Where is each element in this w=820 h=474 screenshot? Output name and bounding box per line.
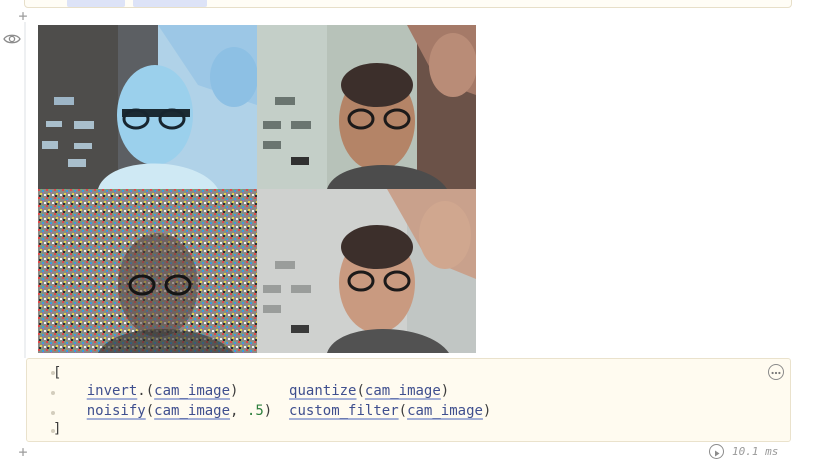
invert-image xyxy=(38,25,257,189)
code-line-3[interactable]: noisify(cam_image, .5) custom_filter(cam… xyxy=(53,401,492,421)
eye-icon xyxy=(3,34,21,44)
code-cell-editor[interactable]: [ invert.(cam_image) quantize(cam_image)… xyxy=(26,358,791,442)
previous-cell-chip xyxy=(133,0,207,7)
add-cell-above-button[interactable]: + xyxy=(16,9,30,24)
paren: ( xyxy=(145,403,155,419)
comma-separator: , xyxy=(230,403,247,419)
cam-image-variable-link[interactable]: cam_image xyxy=(154,383,230,399)
paren: ) xyxy=(482,403,492,419)
run-cell-button[interactable] xyxy=(709,444,724,459)
paren: ( xyxy=(398,403,408,419)
number-literal: .5 xyxy=(246,403,264,419)
paren: ( xyxy=(145,383,155,399)
cell-output-image-grid xyxy=(38,25,476,353)
paren: ) xyxy=(230,383,239,399)
toggle-code-visibility-button[interactable] xyxy=(3,31,21,45)
custom-filter-image xyxy=(257,189,476,353)
noisify-image xyxy=(38,189,257,353)
cam-image-variable-link[interactable]: cam_image xyxy=(154,403,230,419)
code-line-1[interactable]: [ xyxy=(53,363,61,383)
quantize-function-link[interactable]: quantize xyxy=(289,383,356,399)
code-line-4[interactable]: ] xyxy=(53,419,61,439)
play-icon xyxy=(715,450,720,457)
cam-image-variable-link[interactable]: cam_image xyxy=(407,403,483,419)
code-line-2[interactable]: invert.(cam_image) quantize(cam_image) xyxy=(53,381,450,401)
ellipsis-icon xyxy=(771,371,781,375)
broadcast-dot: . xyxy=(137,383,146,399)
close-bracket: ] xyxy=(53,421,62,437)
open-bracket: [ xyxy=(53,365,62,381)
paren: ) xyxy=(440,383,450,399)
add-cell-below-button[interactable]: + xyxy=(16,445,30,460)
cam-image-variable-link[interactable]: cam_image xyxy=(365,383,441,399)
custom-filter-function-link[interactable]: custom_filter xyxy=(289,403,399,419)
run-time-label: 10.1 ms xyxy=(732,445,779,458)
paren: ( xyxy=(356,383,365,399)
quantize-image xyxy=(257,25,476,189)
cell-rail xyxy=(24,22,26,358)
previous-cell[interactable] xyxy=(24,0,792,8)
invert-function-link[interactable]: invert xyxy=(87,383,138,399)
cell-more-actions-button[interactable] xyxy=(768,364,784,380)
paren: ) xyxy=(263,403,273,419)
previous-cell-chip xyxy=(67,0,125,7)
noisify-function-link[interactable]: noisify xyxy=(87,403,146,419)
